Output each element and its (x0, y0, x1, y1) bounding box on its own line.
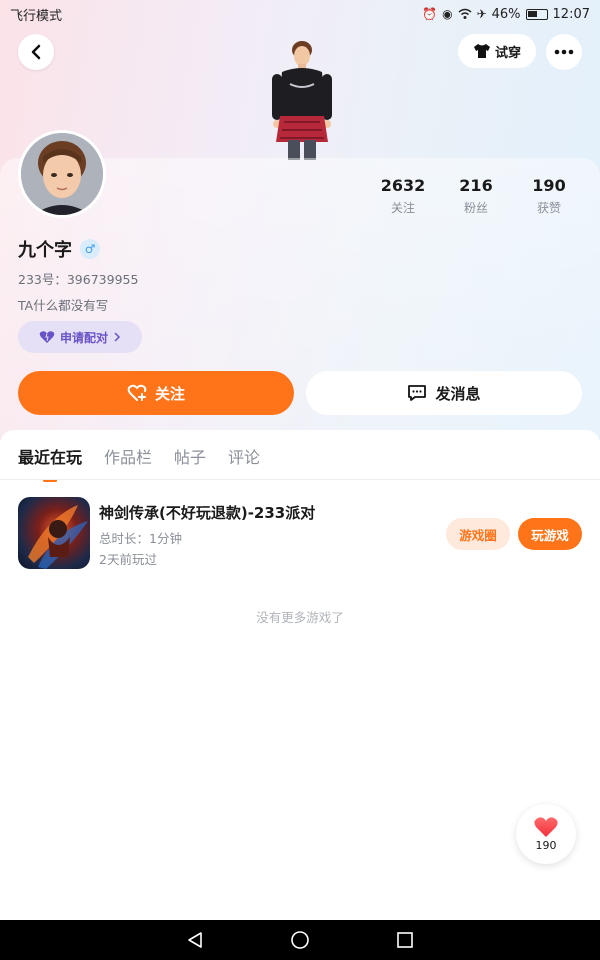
request-pair-label: 申请配对 (59, 330, 108, 345)
avatar[interactable] (18, 130, 106, 218)
user-id: 233号：396739955 (18, 272, 139, 287)
profile-stats: 2632 关注 216 粉丝 190 获赞 (370, 176, 582, 216)
stat-value: 2632 (380, 176, 426, 195)
username: 九个字 (18, 240, 72, 261)
airplane-icon: ✈ (476, 7, 487, 21)
tab-posts[interactable]: 帖子 (174, 444, 206, 482)
nav-back-icon[interactable] (186, 931, 204, 949)
tab-comments[interactable]: 评论 (228, 444, 260, 482)
chat-bubble-icon (408, 385, 427, 401)
stat-value: 190 (532, 176, 566, 195)
chevron-right-icon (114, 332, 121, 342)
try-on-button[interactable]: 试穿 (458, 34, 536, 68)
game-last-played: 2天前玩过 (99, 552, 157, 567)
wifi-icon (458, 8, 472, 19)
back-button[interactable] (18, 34, 54, 70)
heart-filled-icon (534, 817, 558, 837)
stat-value: 216 (459, 176, 493, 195)
chevron-left-icon (31, 44, 41, 60)
airplane-mode-text: 飞行模式 (10, 8, 63, 24)
tab-divider (0, 479, 600, 480)
name-row: 九个字 ♂ (18, 236, 100, 262)
heart-icon (39, 331, 55, 343)
nav-home-icon[interactable] (290, 930, 310, 950)
battery-percent: 46% (491, 6, 521, 22)
game-icon[interactable] (18, 497, 90, 569)
stat-fans[interactable]: 216 粉丝 (443, 176, 509, 216)
follow-label: 关注 (154, 384, 185, 403)
stat-label: 关注 (390, 201, 415, 215)
stat-label: 粉丝 (463, 201, 488, 215)
profile-tabs: 最近在玩 作品栏 帖子 评论 (18, 444, 260, 482)
follow-button[interactable]: 关注 (18, 371, 294, 415)
tab-works[interactable]: 作品栏 (104, 444, 152, 482)
system-navigation-bar (0, 920, 600, 960)
request-pair-button[interactable]: 申请配对 (18, 321, 142, 353)
battery-icon (525, 8, 548, 20)
like-button[interactable]: 190 (516, 804, 576, 864)
stat-following[interactable]: 2632 关注 (370, 176, 436, 216)
alarm-icon: ⏰ (422, 7, 438, 21)
like-count: 190 (535, 839, 557, 852)
try-on-label: 试穿 (494, 45, 521, 61)
game-title: 神剑传承(不好玩退款)-233派对 (99, 504, 316, 522)
game-circle-button[interactable]: 游戏圈 (446, 518, 510, 550)
stat-likes[interactable]: 190 获赞 (516, 176, 582, 216)
nav-recents-icon[interactable] (396, 931, 414, 949)
stat-label: 获赞 (536, 201, 561, 215)
status-bar: 飞行模式 ⏰ ◉ ✈ 46% 12:07 (0, 0, 600, 28)
game-duration: 总时长：1分钟 (99, 531, 182, 546)
no-more-games-hint: 没有更多游戏了 (256, 610, 344, 625)
male-gender-icon: ♂ (80, 239, 100, 259)
heart-plus-icon (127, 384, 147, 401)
content-panel: 最近在玩 作品栏 帖子 评论 神剑传承(不好玩退款)-233派对 总时长：1分钟… (0, 430, 600, 920)
more-dots-icon (554, 49, 574, 55)
tab-recently-played[interactable]: 最近在玩 (18, 444, 82, 482)
user-bio: TA什么都没有写 (18, 298, 109, 313)
send-message-label: 发消息 (435, 384, 481, 403)
status-icons: ⏰ ◉ ✈ 46% 12:07 (422, 7, 590, 22)
eye-icon: ◉ (442, 7, 453, 21)
clock: 12:07 (552, 6, 590, 22)
more-options-button[interactable] (546, 34, 582, 70)
avatar-character-3d[interactable] (262, 38, 342, 160)
tshirt-icon (473, 44, 490, 58)
send-message-button[interactable]: 发消息 (306, 371, 582, 415)
list-item[interactable]: 神剑传承(不好玩退款)-233派对 总时长：1分钟 2天前玩过 游戏圈 玩游戏 (18, 497, 582, 571)
play-game-button[interactable]: 玩游戏 (518, 518, 582, 550)
